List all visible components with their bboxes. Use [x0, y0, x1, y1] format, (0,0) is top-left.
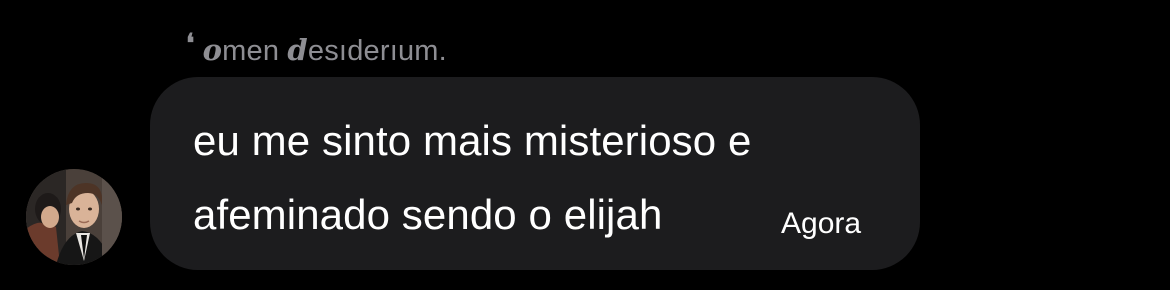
message-timestamp: Agora [781, 207, 862, 240]
message-bubble[interactable]: eu me sinto mais misterioso e afeminado … [150, 77, 920, 270]
message-text-line: eu me sinto mais misterioso e [193, 117, 752, 164]
sender-name-part: d [287, 32, 308, 67]
quote-mark-icon: ❛ [186, 29, 195, 59]
sender-name-part: o [202, 32, 223, 67]
sender-name-part: esıderıum. [307, 34, 447, 67]
profile-photo-icon [26, 169, 122, 265]
sender-header: ❛ omen desıderıum. [186, 29, 447, 70]
avatar[interactable] [26, 169, 122, 265]
sender-name-part: men [222, 34, 288, 67]
message-text-line: afeminado sendo o elijah [193, 191, 663, 238]
sender-name[interactable]: omen desıderıum. [203, 33, 447, 68]
